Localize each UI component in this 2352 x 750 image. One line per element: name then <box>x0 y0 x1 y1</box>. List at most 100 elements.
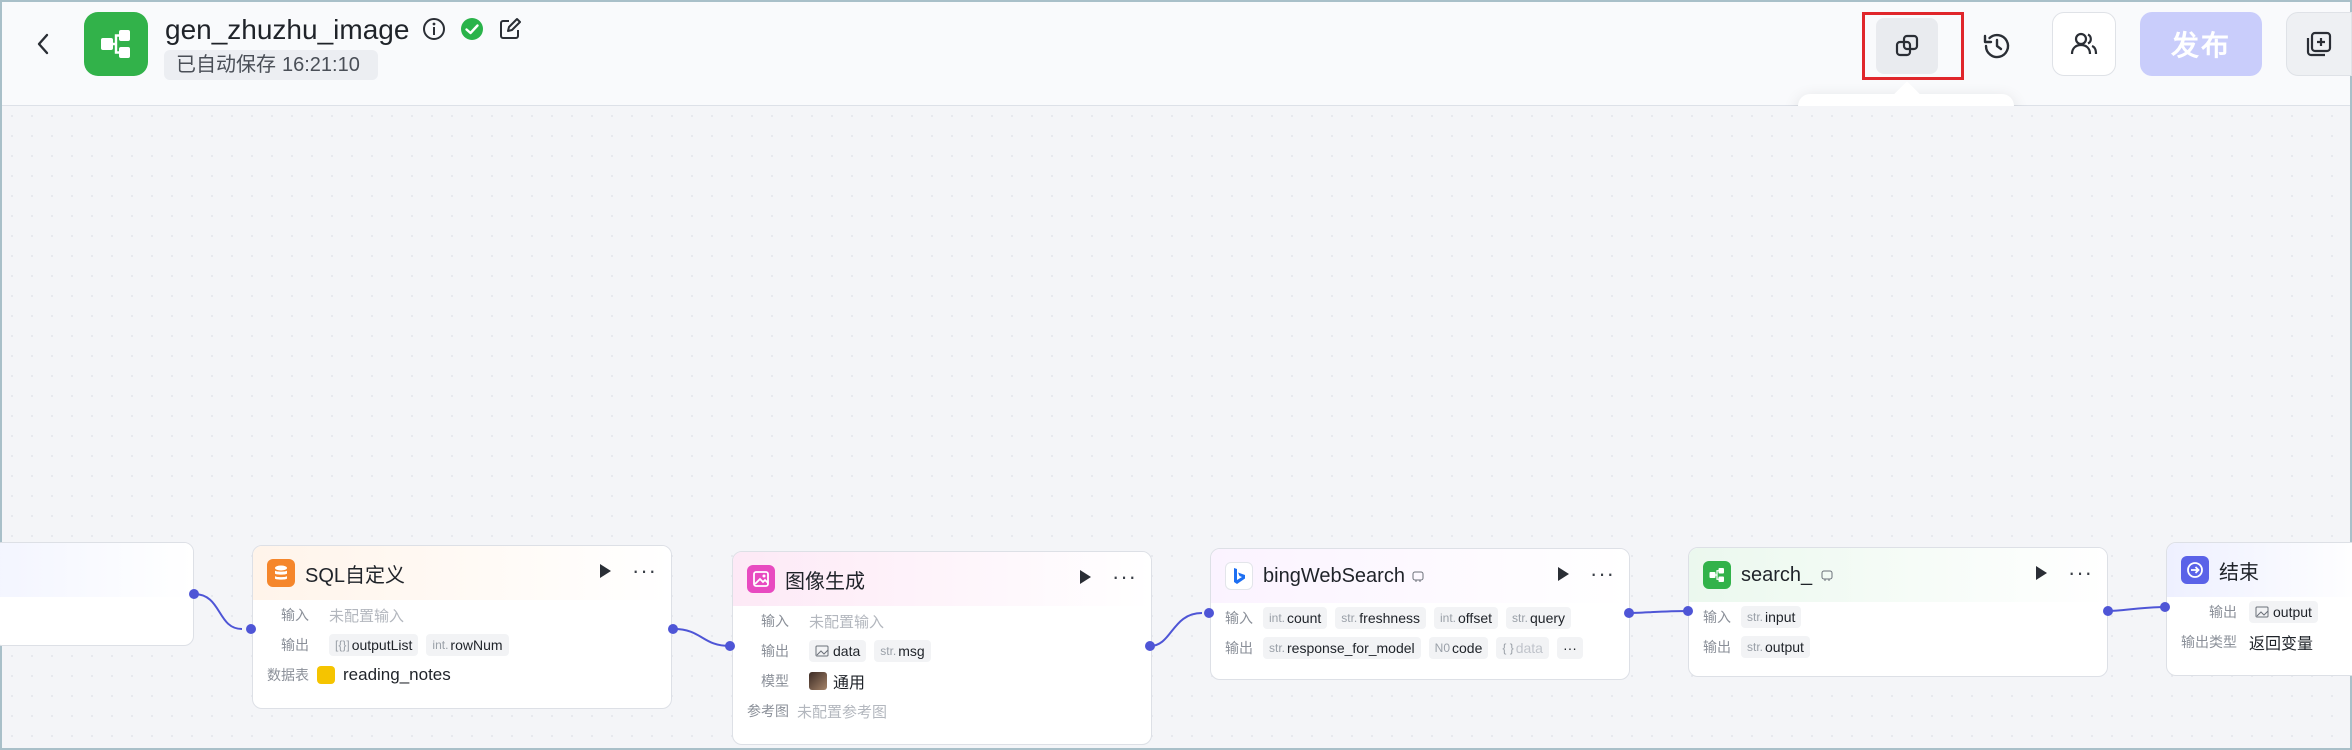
input-tag: str. input <box>1741 606 1802 628</box>
search-output-row: 输出 str. output <box>1689 632 2107 662</box>
collaborators-button[interactable] <box>2052 12 2116 76</box>
bing-input-port[interactable] <box>1204 608 1214 618</box>
search-node-header: search_ ··· <box>1689 548 2107 602</box>
image-input-row: 输入 未配置输入 <box>733 606 1151 636</box>
info-icon[interactable] <box>422 17 446 41</box>
image-type-icon <box>815 645 829 657</box>
image-output-port[interactable] <box>1145 641 1155 651</box>
edit-icon[interactable] <box>498 17 522 41</box>
sql-table-value: reading_notes <box>343 665 451 684</box>
row-label: 数据表 <box>267 667 309 683</box>
end-node[interactable]: 结束 输出 output 输出类型 返回变量 <box>2166 542 2352 676</box>
row-label: 输出 <box>2209 604 2237 620</box>
row-label: 参考图 <box>747 703 789 719</box>
image-node-header: 图像生成 ··· <box>733 552 1151 606</box>
image-output-row: 输出 data str. msg <box>733 636 1151 666</box>
run-icon[interactable] <box>594 560 616 582</box>
input-tag: int. count <box>1263 607 1328 629</box>
output-tag: { } data <box>1496 637 1549 659</box>
publish-button[interactable]: 发布 <box>2140 12 2262 76</box>
workflow-app-icon <box>84 12 148 76</box>
row-label: 输出类型 <box>2181 634 2237 650</box>
start-node[interactable] <box>0 542 194 646</box>
wire-start-sql <box>193 593 243 630</box>
bing-icon <box>1225 562 1253 590</box>
more-options-button[interactable]: ··· <box>1590 563 1615 585</box>
image-ref-row: 参考图 未配置参考图 <box>733 696 1151 726</box>
more-options-button[interactable]: ··· <box>1112 566 1137 588</box>
run-icon[interactable] <box>2030 562 2052 584</box>
row-label: 输出 <box>761 643 789 659</box>
end-output-type-row: 输出类型 返回变量 <box>2167 627 2352 657</box>
end-output-row: 输出 output <box>2167 597 2352 627</box>
autosave-label: 已自动保存 <box>176 54 276 76</box>
more-options-button[interactable]: ··· <box>632 560 657 582</box>
sql-output-port[interactable] <box>668 624 678 634</box>
more-options-button[interactable]: ··· <box>2068 562 2093 584</box>
output-tag: N0 code <box>1428 637 1489 659</box>
search-input-row: 输入 str. input <box>1689 602 2107 632</box>
bing-output-row: 输出 str. response_for_model N0 code { } data… <box>1211 633 1629 663</box>
sql-node-title: SQL自定义 <box>305 564 406 587</box>
chevron-left-icon <box>37 33 49 55</box>
end-output-type-value: 返回变量 <box>2249 636 2314 653</box>
database-icon <box>267 559 295 587</box>
row-label: 模型 <box>761 673 789 689</box>
table-icon <box>317 666 335 684</box>
history-icon <box>1983 33 2010 59</box>
search-output-port[interactable] <box>2103 606 2113 616</box>
end-node-title: 结束 <box>2219 561 2259 584</box>
overflow-tag[interactable]: ··· <box>1556 637 1583 659</box>
autosave-time: 16:21:10 <box>282 54 360 76</box>
bing-search-node[interactable]: bingWebSearch ··· 输入 int. count str. fresh… <box>1210 548 1630 680</box>
sql-table-row: 数据表 reading_notes <box>253 660 671 690</box>
start-node-header <box>0 543 193 597</box>
search-node[interactable]: search_ ··· 输入 str. input 输出 str. output <box>1688 547 2108 677</box>
image-ref-value: 未配置参考图 <box>797 703 888 721</box>
output-tag: int. rowNum <box>426 634 509 656</box>
row-label: 输入 <box>1225 610 1253 626</box>
plugin-badge-icon <box>1412 571 1424 582</box>
image-model-value: 通用 <box>833 675 866 692</box>
output-tag: [{}] outputList <box>329 634 419 656</box>
output-tag: output <box>2249 601 2318 623</box>
image-input-port[interactable] <box>725 641 735 651</box>
end-node-header: 结束 <box>2167 543 2352 597</box>
output-tag: data <box>809 640 867 662</box>
bing-node-header: bingWebSearch ··· <box>1211 549 1629 603</box>
wire-sql-image <box>673 628 731 647</box>
output-tag: str. output <box>1741 636 1810 658</box>
workflow-canvas[interactable]: SQL自定义 ··· 输入 未配置输入 输出 [{}] outputList int… <box>0 106 2352 748</box>
bing-output-port[interactable] <box>1624 608 1634 618</box>
view-references-button[interactable] <box>1876 18 1938 74</box>
image-node-title: 图像生成 <box>785 570 865 593</box>
end-input-port[interactable] <box>2160 602 2170 612</box>
copy-link-icon <box>1895 34 1919 57</box>
run-icon[interactable] <box>1074 566 1096 588</box>
users-icon <box>2070 32 2098 55</box>
workflow-icon <box>101 30 130 58</box>
sql-output-row: 输出 [{}] outputList int. rowNum <box>253 630 671 660</box>
sql-input-port[interactable] <box>246 624 256 634</box>
row-label: 输出 <box>1703 639 1731 655</box>
output-tag: str. response_for_model <box>1263 637 1421 659</box>
run-icon[interactable] <box>1552 563 1574 585</box>
sql-node[interactable]: SQL自定义 ··· 输入 未配置输入 输出 [{}] outputList int… <box>252 545 672 709</box>
history-button[interactable] <box>1966 18 2028 74</box>
bing-node-title: bingWebSearch <box>1263 564 1405 587</box>
row-label: 输出 <box>281 637 309 653</box>
input-tag: str. freshness <box>1335 607 1426 629</box>
back-button[interactable] <box>28 28 60 60</box>
add-panel-button[interactable] <box>2286 12 2352 76</box>
wire-bing-search <box>1628 610 1689 614</box>
image-type-icon <box>2255 606 2269 618</box>
bing-input-row: 输入 int. count str. freshness int. offset st… <box>1211 603 1629 633</box>
add-copy-icon <box>2306 31 2332 57</box>
row-label: 输入 <box>761 613 789 629</box>
image-gen-node[interactable]: 图像生成 ··· 输入 未配置输入 输出 data str. msg 模型 通用 参… <box>732 551 1152 745</box>
row-label: 输出 <box>1225 640 1253 656</box>
autosave-status: 已自动保存 16:21:10 <box>164 50 378 80</box>
search-input-port[interactable] <box>1683 606 1693 616</box>
start-output-port[interactable] <box>189 589 199 599</box>
image-icon <box>747 565 775 593</box>
